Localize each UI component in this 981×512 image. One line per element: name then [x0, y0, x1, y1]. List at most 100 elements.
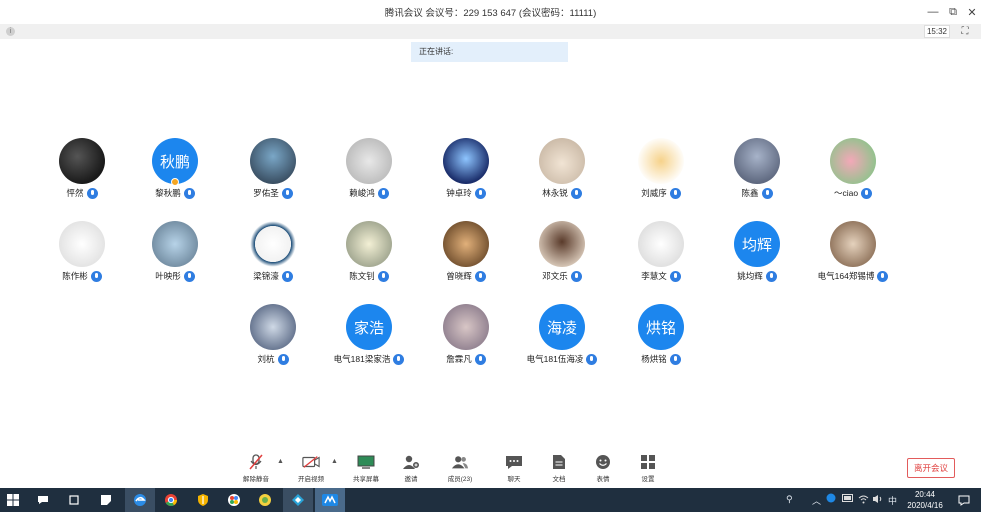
participant-tile[interactable]: 梁锦濠 — [223, 221, 323, 283]
info-icon[interactable]: i — [6, 27, 15, 36]
participant-name: 梁锦濠 — [253, 271, 279, 281]
mic-status-icon — [277, 353, 289, 365]
participant-tile[interactable]: 陈作彬 — [32, 221, 132, 283]
clock-time: 20:44 — [914, 490, 936, 499]
emoji-button[interactable]: 表情 — [583, 454, 623, 486]
close-icon[interactable]: ✕ — [961, 0, 981, 24]
participant-avatar: 烘铭 — [638, 304, 684, 350]
title-bar: 腾讯会议 会议号：229 153 647 (会议密码：11111) — [0, 0, 981, 24]
mic-status-icon — [570, 270, 582, 282]
participant-tile[interactable]: 钟卓玲 — [416, 138, 516, 200]
participant-tile[interactable]: 罗佑圣 — [223, 138, 323, 200]
participant-name-row: ～ciao — [803, 186, 903, 200]
participant-tile[interactable]: 烘铭 杨烘铭 — [611, 304, 711, 366]
participant-name-row: 刘威序 — [611, 186, 711, 200]
tray-app-icon[interactable] — [826, 493, 836, 505]
mic-status-icon — [183, 270, 195, 282]
participant-name: 黎秋鹏 — [155, 188, 181, 198]
unmute-button[interactable]: 解除静音 — [236, 454, 276, 486]
edge-browser-icon[interactable] — [132, 492, 148, 508]
participant-tile[interactable]: 林永锐 — [512, 138, 612, 200]
tencent-meeting-icon[interactable] — [322, 492, 338, 508]
yellow-green-app-icon[interactable] — [257, 492, 273, 508]
participant-name-row: 陈作彬 — [32, 269, 132, 283]
participant-tile[interactable]: 叶映彤 — [125, 221, 225, 283]
participant-name: 电气164郑锡博 — [817, 271, 875, 281]
audio-options-caret-icon[interactable]: ▲ — [277, 458, 284, 465]
participant-tile[interactable]: 均辉 姚均辉 — [707, 221, 807, 283]
participant-tile[interactable]: ～ciao — [803, 138, 903, 200]
fullscreen-icon[interactable]: ⛶ — [958, 25, 972, 38]
participant-avatar — [638, 138, 684, 184]
diamond-app-icon[interactable] — [290, 492, 306, 508]
members-button[interactable]: 成员(23) — [440, 454, 480, 486]
video-options-caret-icon[interactable]: ▲ — [331, 458, 338, 465]
chat-button[interactable]: 聊天 — [494, 454, 534, 486]
meeting-window: 腾讯会议 会议号：229 153 647 (会议密码：11111) — ⧉ ✕ … — [0, 0, 981, 512]
cortana-icon[interactable] — [35, 492, 51, 508]
windows-start-icon[interactable] — [5, 492, 21, 508]
security-shield-icon[interactable] — [195, 492, 211, 508]
participant-tile[interactable]: 李慧文 — [611, 221, 711, 283]
people-icon[interactable]: ⚲ — [786, 494, 793, 505]
speaking-indicator: 正在讲话: — [411, 42, 568, 62]
participant-avatar: 家浩 — [346, 304, 392, 350]
invite-button[interactable]: 邀请 — [391, 454, 431, 486]
wifi-icon[interactable] — [858, 494, 869, 506]
participant-name-row: 电气181梁家浩 — [319, 352, 419, 366]
participant-avatar — [443, 304, 489, 350]
leave-meeting-button[interactable]: 离开会议 — [907, 458, 955, 478]
participant-name-row: 钟卓玲 — [416, 186, 516, 200]
participant-tile[interactable]: 家浩电气181梁家浩 — [319, 304, 419, 366]
participant-tile[interactable]: 海凌 电气181伍海凌 — [512, 304, 612, 366]
multicolor-app-icon[interactable] — [226, 492, 242, 508]
participant-tile[interactable]: 电气164郑锡博 — [803, 221, 903, 283]
docs-label: 文档 — [552, 476, 566, 483]
participant-name: 电气181伍海凌 — [526, 354, 584, 364]
settings-button[interactable]: 设置 — [628, 454, 668, 486]
avatar-initials: 家浩 — [353, 319, 384, 337]
minimize-icon[interactable]: — — [922, 0, 944, 24]
tray-expand-icon[interactable]: ︿ — [812, 494, 821, 507]
avatar-initials: 烘铭 — [645, 319, 676, 337]
participant-name-row: 电气181伍海凌 — [512, 352, 612, 366]
participant-name-row: 詹霖凡 — [416, 352, 516, 366]
mic-status-icon — [669, 187, 681, 199]
participant-avatar — [539, 138, 585, 184]
participant-tile[interactable]: 陈鑫 — [707, 138, 807, 200]
grid-settings-icon — [639, 454, 657, 470]
share-screen-label: 共享屏幕 — [353, 476, 379, 483]
participant-tile[interactable]: 刘杭 — [223, 304, 323, 366]
participant-tile[interactable]: 曾晓辉 — [416, 221, 516, 283]
chrome-icon[interactable] — [163, 492, 179, 508]
participant-name: 罗佑圣 — [253, 188, 279, 198]
clock-date: 2020/4/16 — [907, 501, 943, 510]
ime-indicator[interactable]: 中 — [888, 494, 897, 507]
members-label: 成员(23) — [447, 476, 473, 483]
participant-tile[interactable]: 陈文钊 — [319, 221, 419, 283]
participant-tile[interactable]: 詹霖凡 — [416, 304, 516, 366]
taskbar-clock[interactable]: 20:44 2020/4/16 — [900, 489, 950, 511]
participant-tile[interactable]: 怦然 — [32, 138, 132, 200]
battery-icon[interactable] — [842, 494, 854, 504]
meeting-timer: 15:32 — [924, 25, 950, 38]
mic-status-icon — [474, 187, 486, 199]
participant-tile[interactable]: 秋鹏 黎秋鹏 — [125, 138, 225, 200]
docs-button[interactable]: 文档 — [539, 454, 579, 486]
participant-tile[interactable]: 刘威序 — [611, 138, 711, 200]
participant-tile[interactable]: 邓文乐 — [512, 221, 612, 283]
volume-icon[interactable] — [872, 494, 883, 506]
participant-name: 赖峻鸿 — [349, 188, 375, 198]
participant-name-row: 罗佑圣 — [223, 186, 323, 200]
mic-status-icon — [377, 187, 389, 199]
mic-status-icon — [570, 187, 582, 199]
share-screen-button[interactable]: 共享屏幕 — [346, 454, 386, 486]
start-video-button[interactable]: 开启视频 — [291, 454, 331, 486]
task-view-icon[interactable] — [66, 492, 82, 508]
participant-avatar — [346, 138, 392, 184]
participant-tile[interactable]: 赖峻鸿 — [319, 138, 419, 200]
participant-avatar — [539, 221, 585, 267]
notifications-icon[interactable] — [956, 492, 972, 508]
participant-avatar: 均辉 — [734, 221, 780, 267]
note-app-icon[interactable] — [98, 492, 114, 508]
